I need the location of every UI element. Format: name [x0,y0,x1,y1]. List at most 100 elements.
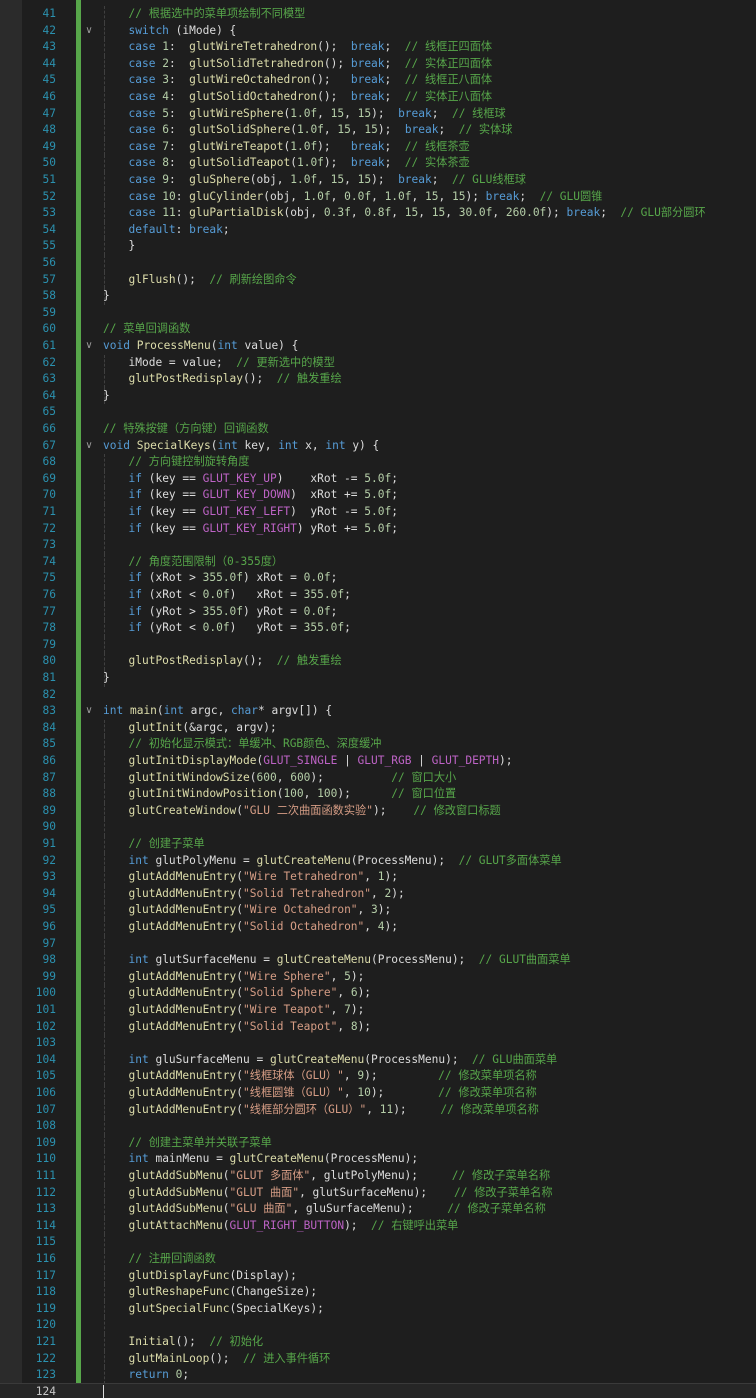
code-line-105[interactable]: 105 glutAddMenuEntry("线框球体（GLU）", 9); // … [0,1068,756,1085]
code-line-58[interactable]: 58} [0,288,756,305]
code-line-76[interactable]: 76 if (xRot < 0.0f) xRot = 355.0f; [0,587,756,604]
code-line-103[interactable]: 103 [0,1035,756,1052]
fold-chevron-icon[interactable]: ∨ [82,338,96,355]
code-line-94[interactable]: 94 glutAddMenuEntry("Solid Tetrahedron", … [0,885,756,903]
code-line-93[interactable]: 93 glutAddMenuEntry("Wire Tetrahedron", 1… [0,869,756,886]
code-line-91[interactable]: 91 // 创建子菜单 [0,836,756,853]
code-line-62[interactable]: 62 iMode = value; // 更新选中的模型 [0,354,756,372]
code-line-77[interactable]: 77 if (yRot > 355.0f) yRot = 0.0f; [0,603,756,621]
code-line-63[interactable]: 63 glutPostRedisplay(); // 触发重绘 [0,371,756,388]
code-token: void [103,438,130,452]
code-line-101[interactable]: 101 glutAddMenuEntry("Wire Teapot", 7); [0,1002,756,1019]
code-line-116[interactable]: 116 // 注册回调函数 [0,1251,756,1268]
code-line-71[interactable]: 71 if (key == GLUT_KEY_LEFT) yRot -= 5.0f… [0,504,756,521]
line-number: 101 [35,1003,56,1016]
code-line-100[interactable]: 100 glutAddMenuEntry("Solid Sphere", 6); [0,985,756,1002]
code-line-54[interactable]: 54 default: break; [0,221,756,239]
code-line-121[interactable]: 121 Initial(); // 初始化 [0,1334,756,1351]
code-line-49[interactable]: 49 case 7: glutWireTeapot(1.0f); break; /… [0,138,756,156]
code-line-98[interactable]: 98 int glutSurfaceMenu = glutCreateMenu(P… [0,952,756,969]
code-token: break [404,123,439,137]
code-line-115[interactable]: 115 [0,1234,756,1251]
code-token: 1.0f [290,106,318,120]
code-line-118[interactable]: 118 glutReshapeFunc(ChangeSize); [0,1284,756,1301]
code-line-60[interactable]: 60 // 菜单回调函数 [0,321,756,338]
code-line-42[interactable]: 42 ∨ switch (iMode) { [0,22,756,40]
code-line-119[interactable]: 119 glutSpecialFunc(SpecialKeys); [0,1300,756,1318]
code-line-59[interactable]: 59 [0,305,756,322]
code-line-44[interactable]: 44 case 2: glutSolidTetrahedron(); break;… [0,55,756,73]
code-line-50[interactable]: 50 case 8: glutSolidTeapot(1.0f); break; … [0,155,756,172]
code-line-61[interactable]: 61 ∨ void ProcessMenu(int value) { [0,338,756,355]
code-line-84[interactable]: 84 glutInit(&argc, argv); [0,719,756,737]
code-line-90[interactable]: 90 [0,819,756,836]
indent-guide [104,1035,105,1052]
code-line-64[interactable]: 64} [0,387,756,405]
code-line-88[interactable]: 88 glutInitWindowPosition(100, 100); // 窗… [0,786,756,803]
code-line-113[interactable]: 113 glutAddSubMenu("GLU 曲面", gluSurfaceMe… [0,1201,756,1218]
line-number: 83 [42,704,56,718]
code-line-67[interactable]: 67 ∨ void SpecialKeys(int key, int x, int … [0,438,756,455]
code-line-56[interactable]: 56 [0,255,756,272]
code-line-82[interactable]: 82 [0,687,756,704]
code-line-74[interactable]: 74 // 角度范围限制（0-355度） [0,553,756,571]
code-line-72[interactable]: 72 if (key == GLUT_KEY_RIGHT) yRot += 5.0… [0,520,756,538]
code-line-110[interactable]: 110 int mainMenu = glutCreateMenu(Process… [0,1151,756,1168]
code-line-66[interactable]: 66 // 特殊按键（方向键）回调函数 [0,421,756,438]
code-line-57[interactable]: 57 glFlush(); // 刷新绘图命令 [0,271,756,289]
code-line-83[interactable]: 83 ∨ int main(int argc, char* argv[]) { [0,703,756,720]
code-line-73[interactable]: 73 [0,537,756,554]
code-token: , [276,770,291,784]
code-line-92[interactable]: 92 int glutPolyMenu = glutCreateMenu(Proc… [0,852,756,870]
code-line-95[interactable]: 95 glutAddMenuEntry("Wire Octahedron", 3)… [0,902,756,919]
code-line-97[interactable]: 97 [0,935,756,953]
code-line-69[interactable]: 69 if (key == GLUT_KEY_UP) xRot -= 5.0f; [0,470,756,488]
code-line-47[interactable]: 47 case 5: glutWireSphere(1.0f, 15, 15); … [0,105,756,123]
code-line-48[interactable]: 48 case 6: glutSolidSphere(1.0f, 15, 15);… [0,122,756,139]
code-line-112[interactable]: 112 glutAddSubMenu("GLUT 曲面", glutSurface… [0,1184,756,1202]
code-line-114[interactable]: 114 glutAttachMenu(GLUT_RIGHT_BUTTON); //… [0,1217,756,1235]
code-line-85[interactable]: 85 // 初始化显示模式：单缓冲、RGB颜色、深度缓冲 [0,736,756,753]
code-line-117[interactable]: 117 glutDisplayFunc(Display); [0,1267,756,1285]
code-line-70[interactable]: 70 if (key == GLUT_KEY_DOWN) xRot += 5.0f… [0,487,756,504]
code-text: switch (iMode) { [129,23,237,40]
code-token: break [398,106,432,120]
code-line-86[interactable]: 86 glutInitDisplayMode(GLUT_SINGLE | GLUT… [0,753,756,770]
fold-chevron-icon[interactable]: ∨ [82,438,96,455]
code-line-123[interactable]: 123 return 0; [0,1367,756,1384]
code-line-111[interactable]: 111 glutAddSubMenu("GLUT 多面体", glutPolyMe… [0,1168,756,1185]
code-line-120[interactable]: 120 [0,1317,756,1334]
code-line-68[interactable]: 68 // 方向键控制旋转角度 [0,454,756,471]
fold-chevron-icon[interactable]: ∨ [82,703,96,720]
code-line-43[interactable]: 43 case 1: glutWireTetrahedron(); break; … [0,39,756,56]
code-line-51[interactable]: 51 case 9: gluSphere(obj, 1.0f, 15, 15); … [0,172,756,189]
code-line-99[interactable]: 99 glutAddMenuEntry("Wire Sphere", 5); [0,968,756,986]
code-line-87[interactable]: 87 glutInitWindowSize(600, 600); // 窗口大小 [0,769,756,787]
code-line-46[interactable]: 46 case 4: glutSolidOctahedron(); break; … [0,89,756,106]
fold-chevron-icon[interactable]: ∨ [82,23,96,40]
code-line-96[interactable]: 96 glutAddMenuEntry("Solid Octahedron", 4… [0,919,756,936]
code-line-107[interactable]: 107 glutAddMenuEntry("线框部分圆环（GLU）", 11); … [0,1101,756,1119]
code-line-109[interactable]: 109 // 创建主菜单并关联子菜单 [0,1134,756,1152]
code-token: if [128,505,142,518]
code-line-104[interactable]: 104 int gluSurfaceMenu = glutCreateMenu(P… [0,1051,756,1069]
code-line-52[interactable]: 52 case 10: gluCylinder(obj, 1.0f, 0.0f, … [0,188,756,206]
code-line-45[interactable]: 45 case 3: glutWireOctahedron(); break; /… [0,72,756,89]
code-line-55[interactable]: 55} [0,238,756,255]
code-line-80[interactable]: 80 glutPostRedisplay(); // 触发重绘 [0,653,756,670]
code-line-106[interactable]: 106 glutAddMenuEntry("线框圆锥（GLU）", 10); //… [0,1085,756,1102]
code-line-53[interactable]: 53 case 11: gluPartialDisk(obj, 0.3f, 0.8… [0,205,756,222]
code-line-108[interactable]: 108 [0,1118,756,1135]
code-line-81[interactable]: 81} [0,670,756,687]
code-line-78[interactable]: 78 if (yRot < 0.0f) yRot = 355.0f; [0,620,756,637]
code-line-102[interactable]: 102 glutAddMenuEntry("Solid Teapot", 8); [0,1018,756,1036]
code-line-79[interactable]: 79 [0,636,756,654]
code-line-41[interactable]: 41 // 根据选中的菜单项绘制不同模型 [0,6,756,23]
code-line-124[interactable]: 124 [0,1382,756,1398]
code-line-65[interactable]: 65 [0,404,756,421]
code-line-122[interactable]: 122 glutMainLoop(); // 进入事件循环 [0,1350,756,1368]
code-token: glutCreateMenu [229,1152,324,1166]
code-editor[interactable]: 41// 根据选中的菜单项绘制不同模型 42 ∨ switch (iMode) {43… [0,0,756,1398]
code-line-75[interactable]: 75 if (xRot > 355.0f) xRot = 0.0f; [0,570,756,587]
code-line-89[interactable]: 89 glutCreateWindow("GLU 二次曲面函数实验"); // 修… [0,802,756,820]
